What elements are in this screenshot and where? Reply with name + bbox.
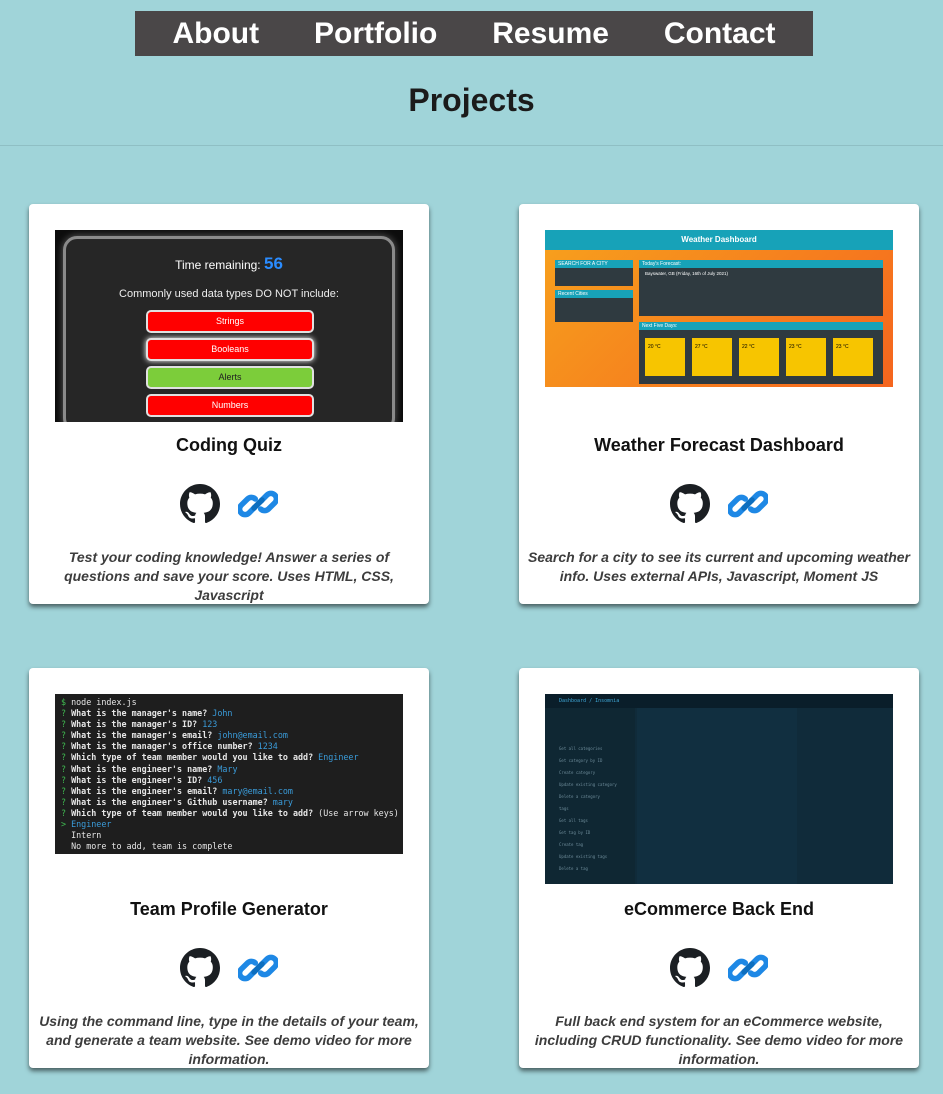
project-card-weather-dashboard: Weather Dashboard SEARCH FOR A CITY Rece… — [519, 204, 919, 604]
project-links — [519, 484, 919, 524]
terminal-line: Intern — [71, 830, 102, 841]
project-screenshot-insomnia: Dashboard / Insomnia Get all categories G… — [545, 694, 893, 884]
project-description: Using the command line, type in the deta… — [39, 1013, 419, 1067]
project-description: Full back end system for an eCommerce we… — [534, 1013, 904, 1067]
quiz-question: Commonly used data types DO NOT include: — [119, 288, 339, 300]
weather-search-panel: SEARCH FOR A CITY — [555, 260, 633, 286]
terminal-line: > Engineer — [61, 819, 112, 830]
link-icon[interactable] — [728, 948, 768, 988]
nav-contact[interactable]: Contact — [664, 17, 776, 51]
project-title: Weather Forecast Dashboard — [594, 435, 844, 455]
insomnia-editor — [637, 708, 797, 884]
project-screenshot: Time remaining: 56 Commonly used data ty… — [55, 230, 403, 422]
quiz-option: Numbers — [146, 394, 314, 417]
project-description: Search for a city to see its current and… — [528, 549, 910, 584]
quiz-timer: Time remaining: 56 — [175, 254, 283, 273]
terminal-line: ? What is the engineer's Github username… — [61, 796, 293, 807]
weather-today-panel: Today's Forecast: Bayswater, GB (Friday,… — [639, 260, 883, 316]
project-links — [519, 948, 919, 988]
insomnia-sidebar-item: Get all categories — [559, 746, 603, 751]
insomnia-sidebar-item: Create tag — [559, 842, 584, 847]
insomnia-sidebar-item: Get category by ID — [559, 758, 603, 763]
header-divider — [0, 145, 943, 146]
forecast-day: 20 °C — [645, 338, 685, 376]
quiz-option: Booleans — [146, 338, 314, 361]
forecast-day: 23 °C — [833, 338, 873, 376]
project-card-ecommerce-back-end: Dashboard / Insomnia Get all categories G… — [519, 668, 919, 1068]
insomnia-sidebar-item: Update existing tags — [559, 854, 608, 859]
project-screenshot: Weather Dashboard SEARCH FOR A CITY Rece… — [545, 230, 893, 387]
link-icon[interactable] — [728, 484, 768, 524]
forecast-day: 23 °C — [786, 338, 826, 376]
terminal-line: ? Which type of team member would you li… — [61, 807, 399, 818]
page-title: Projects — [408, 82, 535, 118]
insomnia-sidebar-item: Create category — [559, 770, 596, 775]
github-icon[interactable] — [180, 948, 220, 988]
project-screenshot-terminal: $ node index.js? What is the manager's n… — [55, 694, 403, 854]
terminal-line: ? What is the manager's office number? 1… — [61, 741, 278, 752]
terminal-line: ? What is the engineer's ID? 456 — [61, 774, 223, 785]
project-card-team-profile: $ node index.js? What is the manager's n… — [29, 668, 429, 1068]
project-description: Test your coding knowledge! Answer a ser… — [64, 549, 394, 603]
terminal-line: ? What is the manager's name? John — [61, 708, 233, 719]
insomnia-sidebar-item: Get all tags — [559, 818, 588, 823]
link-icon[interactable] — [238, 484, 278, 524]
insomnia-sidebar-item: Update existing category — [559, 782, 617, 787]
project-title: Team Profile Generator — [130, 899, 328, 919]
terminal-line: ? What is the engineer's name? Mary — [61, 763, 238, 774]
weather-recent-panel: Recent Cities — [555, 290, 633, 322]
github-icon[interactable] — [670, 948, 710, 988]
project-links — [29, 484, 429, 524]
forecast-day: 27 °C — [692, 338, 732, 376]
terminal-line: No more to add, team is complete — [71, 841, 233, 852]
quiz-option: Strings — [146, 310, 314, 333]
github-icon[interactable] — [670, 484, 710, 524]
terminal-line: ? What is the manager's email? john@emai… — [61, 730, 288, 741]
insomnia-header: Dashboard / Insomnia — [545, 694, 893, 708]
insomnia-sidebar-item: Get tag by ID — [559, 830, 591, 835]
main-nav: About Portfolio Resume Contact — [135, 11, 813, 56]
terminal-line: ? What is the manager's ID? 123 — [61, 719, 218, 730]
project-card-coding-quiz: Time remaining: 56 Commonly used data ty… — [29, 204, 429, 604]
terminal-line: $ node index.js — [61, 697, 137, 707]
nav-portfolio[interactable]: Portfolio — [314, 17, 437, 51]
nav-about[interactable]: About — [172, 17, 259, 51]
project-title: Coding Quiz — [176, 435, 282, 455]
weather-header: Weather Dashboard — [545, 230, 893, 250]
terminal-line: ? What is the engineer's email? mary@ema… — [61, 785, 293, 796]
link-icon[interactable] — [238, 948, 278, 988]
terminal-line: ? Which type of team member would you li… — [61, 752, 359, 763]
insomnia-sidebar-item: Delete a tag — [559, 866, 588, 871]
insomnia-sidebar-item: tags — [559, 806, 569, 811]
github-icon[interactable] — [180, 484, 220, 524]
quiz-option: Alerts — [146, 366, 314, 389]
project-links — [29, 948, 429, 988]
nav-resume[interactable]: Resume — [492, 17, 609, 51]
forecast-day: 22 °C — [739, 338, 779, 376]
insomnia-sidebar-item: Delete a category — [559, 794, 600, 799]
project-title: eCommerce Back End — [623, 899, 815, 919]
